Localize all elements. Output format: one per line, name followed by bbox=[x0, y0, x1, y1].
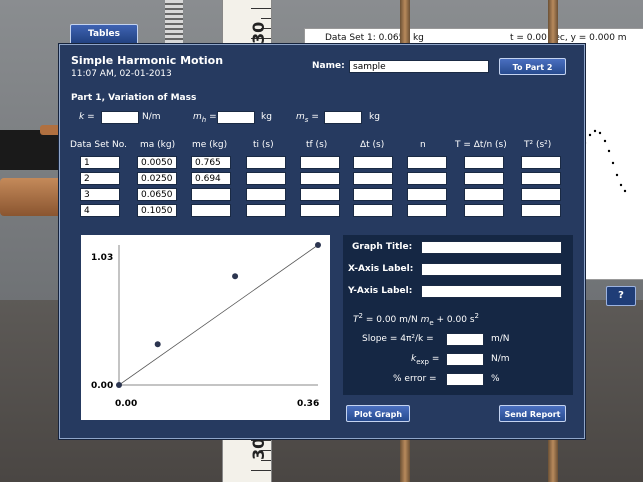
help-button[interactable]: ? bbox=[606, 286, 636, 306]
error-unit: % bbox=[491, 374, 500, 384]
k-field[interactable] bbox=[101, 111, 139, 124]
spring bbox=[165, 0, 183, 45]
tables-button[interactable]: Tables bbox=[70, 24, 138, 45]
period-cell[interactable] bbox=[464, 156, 504, 169]
ms-unit: kg bbox=[369, 112, 380, 122]
row-number[interactable]: 4 bbox=[80, 204, 120, 217]
header-ma: ma (kg) bbox=[140, 140, 176, 150]
kexp-label: kexp = bbox=[411, 354, 440, 366]
error-label: % error = bbox=[393, 374, 437, 384]
ruler-label-bottom: 30 bbox=[249, 437, 268, 460]
send-report-button[interactable]: Send Report bbox=[499, 405, 566, 422]
header-period: T = Δt/n (s) bbox=[455, 140, 507, 150]
x-min-label: 0.00 bbox=[115, 399, 137, 409]
graph-panel-status: t = 0.00 sec, y = 0.000 m bbox=[510, 33, 627, 43]
graph-plot: 1.03 0.00 0.00 0.36 bbox=[81, 235, 330, 420]
data-point bbox=[116, 382, 122, 388]
header-t-squared: T² (s²) bbox=[524, 140, 552, 150]
header-n: n bbox=[420, 140, 426, 150]
k-unit: N/m bbox=[142, 112, 161, 122]
n-cell[interactable] bbox=[407, 188, 447, 201]
name-label: Name: bbox=[312, 61, 345, 71]
dt-cell[interactable] bbox=[353, 172, 393, 185]
y-min-label: 0.00 bbox=[91, 381, 113, 391]
n-cell[interactable] bbox=[407, 172, 447, 185]
row-number[interactable]: 3 bbox=[80, 188, 120, 201]
slope-field[interactable] bbox=[446, 333, 484, 346]
dt-cell[interactable] bbox=[353, 188, 393, 201]
dt-cell[interactable] bbox=[353, 204, 393, 217]
period-cell[interactable] bbox=[464, 204, 504, 217]
slope-unit: m/N bbox=[491, 334, 510, 344]
mh-label: mh = bbox=[193, 112, 217, 124]
ms-label: ms = bbox=[296, 112, 319, 124]
k-label: k = bbox=[79, 112, 95, 122]
page-title: Simple Harmonic Motion bbox=[71, 54, 224, 67]
tf-cell[interactable] bbox=[300, 172, 340, 185]
n-cell[interactable] bbox=[407, 204, 447, 217]
graph-title-field[interactable] bbox=[421, 241, 562, 254]
ti-cell[interactable] bbox=[246, 204, 286, 217]
slope-label: Slope = 4π²/k = bbox=[362, 334, 434, 344]
t-squared-cell[interactable] bbox=[521, 204, 561, 217]
equation: T2 = 0.00 m/N me + 0.00 s2 bbox=[353, 312, 479, 327]
me-cell[interactable]: 0.694 bbox=[191, 172, 231, 185]
ma-cell[interactable]: 0.0650 bbox=[137, 188, 177, 201]
me-cell[interactable] bbox=[191, 188, 231, 201]
row-number[interactable]: 1 bbox=[80, 156, 120, 169]
t-squared-cell[interactable] bbox=[521, 172, 561, 185]
me-cell[interactable]: 0.765 bbox=[191, 156, 231, 169]
ruler-label-top: 30 bbox=[249, 21, 268, 44]
n-cell[interactable] bbox=[407, 156, 447, 169]
tf-cell[interactable] bbox=[300, 156, 340, 169]
header-tf: tf (s) bbox=[306, 140, 328, 150]
ti-cell[interactable] bbox=[246, 188, 286, 201]
x-axis-field[interactable] bbox=[421, 263, 562, 276]
period-cell[interactable] bbox=[464, 188, 504, 201]
motion-curve bbox=[583, 129, 627, 193]
x-axis-label-text: X-Axis Label: bbox=[348, 264, 414, 274]
y-max-label: 1.03 bbox=[91, 253, 113, 263]
fit-line bbox=[118, 244, 319, 386]
period-cell[interactable] bbox=[464, 172, 504, 185]
data-tables-panel: Simple Harmonic Motion 11:07 AM, 02-01-2… bbox=[59, 44, 585, 439]
mh-unit: kg bbox=[261, 112, 272, 122]
row-number[interactable]: 2 bbox=[80, 172, 120, 185]
error-field[interactable] bbox=[446, 373, 484, 386]
to-part2-button[interactable]: To Part 2 bbox=[499, 58, 566, 75]
name-field[interactable]: sample bbox=[349, 60, 489, 73]
header-me: me (kg) bbox=[192, 140, 228, 150]
kexp-field[interactable] bbox=[446, 353, 484, 366]
data-point bbox=[154, 341, 161, 348]
header-data-set-no: Data Set No. bbox=[70, 140, 127, 150]
kexp-unit: N/m bbox=[491, 354, 510, 364]
ma-cell[interactable]: 0.0250 bbox=[137, 172, 177, 185]
tf-cell[interactable] bbox=[300, 188, 340, 201]
dt-cell[interactable] bbox=[353, 156, 393, 169]
ti-cell[interactable] bbox=[246, 172, 286, 185]
x-max-label: 0.36 bbox=[297, 399, 319, 409]
tf-cell[interactable] bbox=[300, 204, 340, 217]
header-ti: ti (s) bbox=[253, 140, 274, 150]
section-title: Part 1, Variation of Mass bbox=[71, 93, 197, 103]
y-axis-label-text: Y-Axis Label: bbox=[348, 286, 413, 296]
me-cell[interactable] bbox=[191, 204, 231, 217]
ti-cell[interactable] bbox=[246, 156, 286, 169]
ms-field[interactable] bbox=[324, 111, 362, 124]
t-squared-cell[interactable] bbox=[521, 188, 561, 201]
datetime: 11:07 AM, 02-01-2013 bbox=[71, 69, 172, 79]
header-dt: Δt (s) bbox=[360, 140, 385, 150]
ma-cell[interactable]: 0.1050 bbox=[137, 204, 177, 217]
plot-graph-button[interactable]: Plot Graph bbox=[346, 405, 410, 422]
t-squared-cell[interactable] bbox=[521, 156, 561, 169]
data-point bbox=[315, 242, 321, 248]
mh-field[interactable] bbox=[217, 111, 255, 124]
graph-title-label: Graph Title: bbox=[352, 242, 413, 252]
graph-settings-box: Graph Title: X-Axis Label: Y-Axis Label:… bbox=[343, 235, 573, 395]
data-point bbox=[232, 273, 239, 280]
ma-cell[interactable]: 0.0050 bbox=[137, 156, 177, 169]
y-axis-field[interactable] bbox=[421, 285, 562, 298]
graph-svg: 1.03 0.00 0.00 0.36 bbox=[91, 242, 321, 409]
